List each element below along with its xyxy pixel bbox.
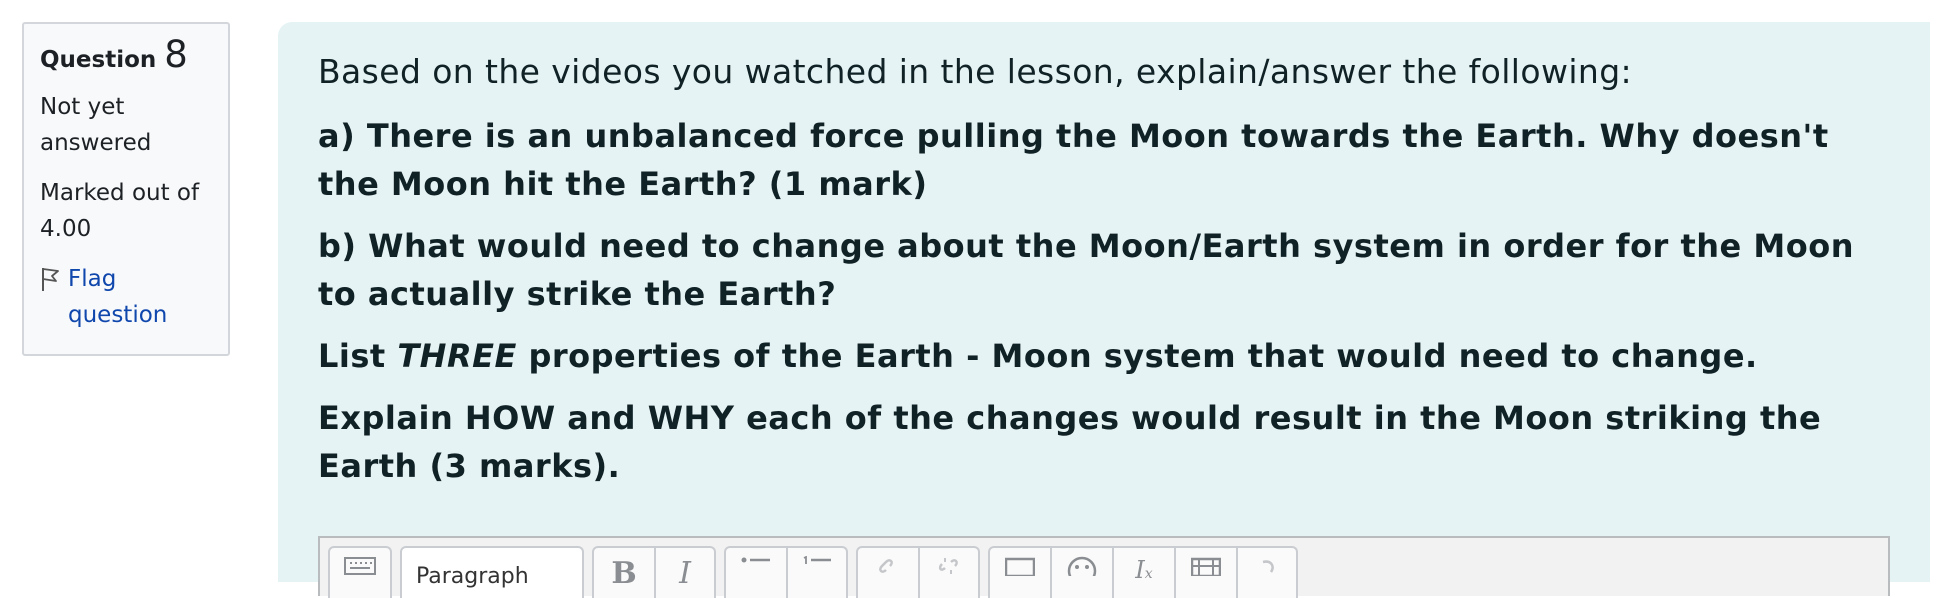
numbered-list-icon (802, 555, 832, 580)
italic-icon: I (679, 556, 691, 591)
list-prefix: List (318, 337, 398, 375)
media-button[interactable] (1176, 548, 1238, 598)
toolbar-toggle-button[interactable] (330, 548, 390, 598)
question-explain-instruction: Explain HOW and WHY each of the changes … (318, 399, 1822, 485)
toolbar-group-text: B I (592, 546, 716, 598)
answer-editor[interactable]: Paragraph B I Ix (318, 536, 1890, 598)
flag-icon (40, 261, 68, 303)
question-part-b: b) What would need to change about the M… (318, 227, 1854, 313)
undo-icon (1255, 556, 1279, 580)
toolbar-group-insert: Ix (988, 546, 1298, 598)
link-icon (876, 556, 900, 580)
question-grade: Marked out of 4.00 (40, 180, 200, 242)
bold-icon: B (611, 556, 637, 591)
toolbar-group-lists (724, 546, 848, 598)
question-number: 8 (164, 33, 188, 76)
emoji-button[interactable] (1052, 548, 1114, 598)
flag-question-link[interactable]: Flag question (40, 261, 214, 333)
paragraph-style-select[interactable]: Paragraph (400, 546, 584, 598)
question-text: Based on the videos you watched in the l… (318, 50, 1878, 504)
italic-button[interactable]: I (656, 548, 714, 598)
bold-button[interactable]: B (594, 548, 656, 598)
image-icon (1004, 556, 1036, 580)
question-part-a: a) There is an unbalanced force pulling … (318, 117, 1829, 203)
unlink-icon (937, 556, 961, 580)
toolbar-group-toggle (328, 546, 392, 598)
toolbar-group-links (856, 546, 980, 598)
keyboard-icon (344, 556, 376, 580)
question-info-panel: Question 8 Not yet answered Marked out o… (22, 22, 230, 356)
link-button[interactable] (858, 548, 920, 598)
image-button[interactable] (990, 548, 1052, 598)
ordered-list-button[interactable] (788, 548, 846, 598)
clear-formatting-icon: Ix (1135, 556, 1153, 584)
question-number-heading: Question 8 (40, 36, 214, 75)
bullet-list-icon (741, 556, 771, 580)
question-state: Not yet answered (40, 94, 152, 156)
question-label: Question (40, 47, 157, 73)
question-intro: Based on the videos you watched in the l… (318, 52, 1633, 91)
emoji-icon (1067, 556, 1097, 586)
undo-button[interactable] (1238, 548, 1296, 598)
list-suffix: properties of the Earth - Moon system th… (516, 337, 1758, 375)
clear-formatting-button[interactable]: Ix (1114, 548, 1176, 598)
unlink-button[interactable] (920, 548, 978, 598)
list-emphasis: THREE (397, 337, 517, 375)
question-content: Based on the videos you watched in the l… (278, 22, 1930, 598)
flag-question-label: Flag question (68, 266, 168, 328)
media-icon (1190, 556, 1222, 580)
unordered-list-button[interactable] (726, 548, 788, 598)
question-list-instruction: List THREE properties of the Earth - Moo… (318, 332, 1878, 380)
